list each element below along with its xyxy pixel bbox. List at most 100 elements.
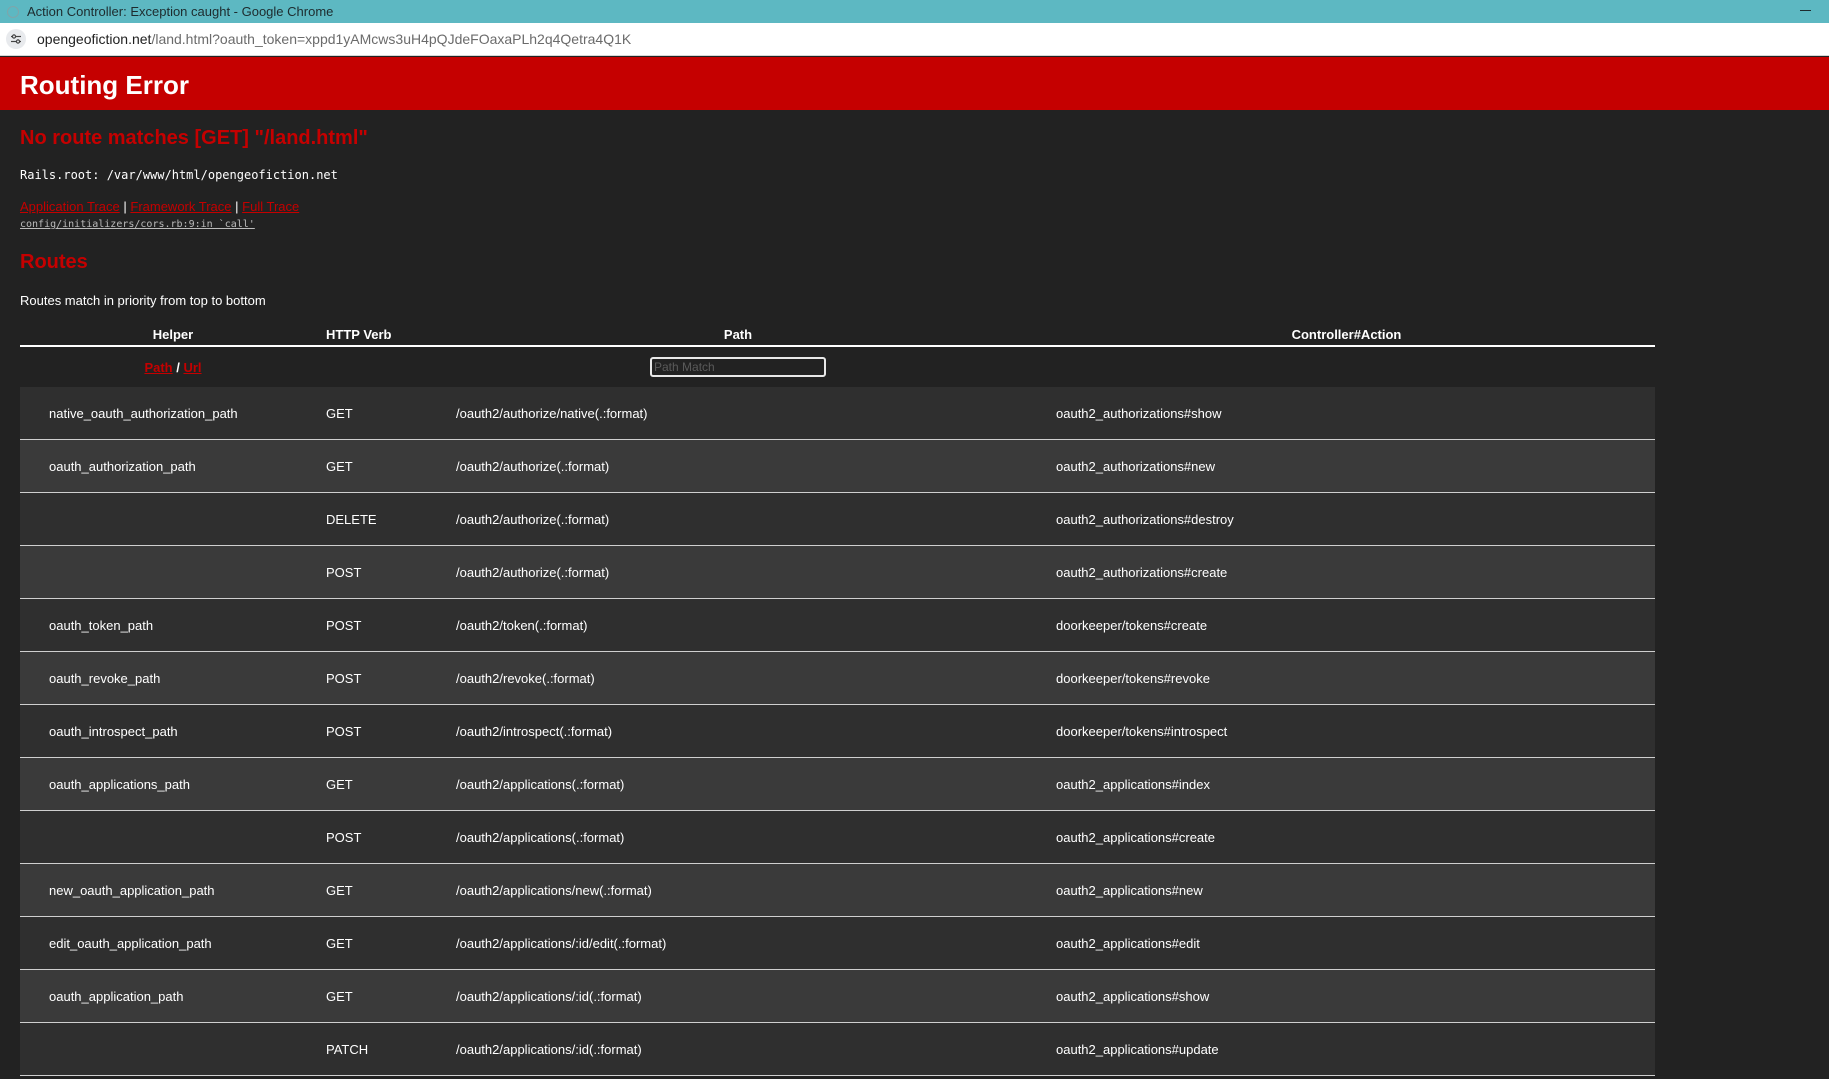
route-row: DELETE/oauth2/authorize(.:format) oauth2_… — [20, 492, 1655, 546]
favicon-icon — [7, 5, 19, 18]
route-helper — [20, 1022, 326, 1076]
route-verb: GET — [326, 387, 438, 440]
route-row: POST/oauth2/applications(.:format) oauth2… — [20, 810, 1655, 864]
helper-toggle: Path / Url — [20, 346, 326, 387]
route-path: /oauth2/applications(.:format) — [438, 757, 1038, 811]
route-path: /oauth2/applications/:id/edit(.:format) — [438, 916, 1038, 970]
route-helper: edit_oauth_application_path — [20, 916, 326, 970]
url-helper-link[interactable]: Url — [183, 360, 201, 375]
route-path: /oauth2/applications/:id(.:format) — [438, 1022, 1038, 1076]
routes-title: Routes — [20, 251, 88, 273]
path-match-input[interactable] — [650, 357, 826, 377]
route-path: /oauth2/applications/:id(.:format) — [438, 969, 1038, 1023]
header-http-verb: HTTP Verb — [326, 323, 438, 347]
route-action: oauth2_authorizations#destroy — [1038, 492, 1655, 546]
url-host: opengeofiction.net — [37, 31, 152, 47]
route-action: oauth2_applications#show — [1038, 969, 1655, 1023]
route-action: doorkeeper/tokens#create — [1038, 598, 1655, 652]
route-action: doorkeeper/tokens#introspect — [1038, 704, 1655, 758]
route-verb: POST — [326, 651, 438, 705]
url-text[interactable]: opengeofiction.net/land.html?oauth_token… — [37, 31, 631, 47]
route-row: oauth_applications_path GET/oauth2/applic… — [20, 757, 1655, 811]
route-helper: oauth_introspect_path — [20, 704, 326, 758]
route-verb: GET — [326, 757, 438, 811]
route-verb: POST — [326, 598, 438, 652]
route-helper: oauth_applications_path — [20, 757, 326, 811]
trace-file-link[interactable]: config/initializers/cors.rb:9:in `call' — [20, 219, 255, 230]
route-row: POST/oauth2/authorize(.:format) oauth2_au… — [20, 545, 1655, 599]
route-path: /oauth2/authorize(.:format) — [438, 492, 1038, 546]
route-path: /oauth2/applications/new(.:format) — [438, 863, 1038, 917]
route-path: /oauth2/applications(.:format) — [438, 810, 1038, 864]
site-settings-icon[interactable] — [6, 29, 26, 49]
route-row: oauth_introspect_path POST/oauth2/introsp… — [20, 704, 1655, 758]
routes-note: Routes match in priority from top to bot… — [20, 293, 266, 308]
route-helper: new_oauth_application_path — [20, 863, 326, 917]
route-row: oauth_token_path POST/oauth2/token(.:form… — [20, 598, 1655, 652]
minimize-icon[interactable] — [1800, 10, 1811, 11]
route-path: /oauth2/token(.:format) — [438, 598, 1038, 652]
trace-separator: | — [123, 199, 127, 214]
window-title: Action Controller: Exception caught - Go… — [27, 4, 334, 19]
route-path: /oauth2/authorize(.:format) — [438, 545, 1038, 599]
route-row: new_oauth_application_path GET/oauth2/app… — [20, 863, 1655, 917]
route-helper — [20, 810, 326, 864]
application-trace-link[interactable]: Application Trace — [20, 199, 120, 214]
route-path: /oauth2/authorize(.:format) — [438, 439, 1038, 493]
header-path: Path — [438, 323, 1038, 347]
route-action: oauth2_applications#new — [1038, 863, 1655, 917]
route-row: edit_oauth_application_path GET/oauth2/ap… — [20, 916, 1655, 970]
route-verb: GET — [326, 916, 438, 970]
route-row: native_oauth_authorization_path GET/oauth… — [20, 387, 1655, 440]
filter-row: Path / Url — [20, 346, 1655, 387]
trace-links: Application Trace | Framework Trace | Fu… — [20, 199, 299, 214]
route-action: oauth2_applications#edit — [1038, 916, 1655, 970]
route-action: oauth2_applications#create — [1038, 810, 1655, 864]
url-path: /land.html?oauth_token=xppd1yAMcws3uH4pQ… — [151, 31, 632, 47]
helper-slash: / — [176, 359, 180, 375]
filter-empty-cell — [326, 346, 438, 387]
route-helper — [20, 545, 326, 599]
header-helper: Helper — [20, 323, 326, 347]
route-path: /oauth2/authorize/native(.:format) — [438, 387, 1038, 440]
route-helper — [20, 492, 326, 546]
route-verb: POST — [326, 810, 438, 864]
route-action: oauth2_authorizations#new — [1038, 439, 1655, 493]
route-row: oauth_revoke_path POST/oauth2/revoke(.:fo… — [20, 651, 1655, 705]
path-helper-link[interactable]: Path — [144, 360, 172, 375]
route-rows: native_oauth_authorization_path GET/oauth… — [20, 387, 1655, 1076]
address-bar[interactable]: opengeofiction.net/land.html?oauth_token… — [0, 23, 1829, 56]
page-title: Routing Error — [20, 70, 189, 100]
route-row: oauth_authorization_path GET/oauth2/autho… — [20, 439, 1655, 493]
framework-trace-link[interactable]: Framework Trace — [130, 199, 231, 214]
route-action: oauth2_applications#update — [1038, 1022, 1655, 1076]
route-verb: PATCH — [326, 1022, 438, 1076]
window-titlebar: Action Controller: Exception caught - Go… — [0, 0, 1829, 23]
route-helper: oauth_token_path — [20, 598, 326, 652]
route-path: /oauth2/revoke(.:format) — [438, 651, 1038, 705]
rails-root: Rails.root: /var/www/html/opengeofiction… — [20, 168, 338, 182]
route-action: oauth2_authorizations#create — [1038, 545, 1655, 599]
route-helper: oauth_revoke_path — [20, 651, 326, 705]
trace-separator: | — [235, 199, 239, 214]
route-action: oauth2_applications#index — [1038, 757, 1655, 811]
route-helper: oauth_application_path — [20, 969, 326, 1023]
route-path: /oauth2/introspect(.:format) — [438, 704, 1038, 758]
route-verb: GET — [326, 863, 438, 917]
header-controller-action: Controller#Action — [1038, 323, 1655, 347]
route-action: doorkeeper/tokens#revoke — [1038, 651, 1655, 705]
routes-table: Helper HTTP Verb Path Controller#Action … — [20, 323, 1655, 1076]
route-action: oauth2_authorizations#show — [1038, 387, 1655, 440]
filter-empty-cell — [1038, 346, 1655, 387]
route-helper: native_oauth_authorization_path — [20, 387, 326, 440]
route-helper: oauth_authorization_path — [20, 439, 326, 493]
route-verb: POST — [326, 704, 438, 758]
error-header: Routing Error — [0, 57, 1829, 110]
path-filter-cell — [438, 346, 1038, 387]
route-verb: GET — [326, 969, 438, 1023]
full-trace-link[interactable]: Full Trace — [242, 199, 299, 214]
route-row: oauth_application_path GET/oauth2/applica… — [20, 969, 1655, 1023]
route-verb: POST — [326, 545, 438, 599]
error-message: No route matches [GET] "/land.html" — [20, 127, 368, 149]
route-row: PATCH/oauth2/applications/:id(.:format) o… — [20, 1022, 1655, 1076]
